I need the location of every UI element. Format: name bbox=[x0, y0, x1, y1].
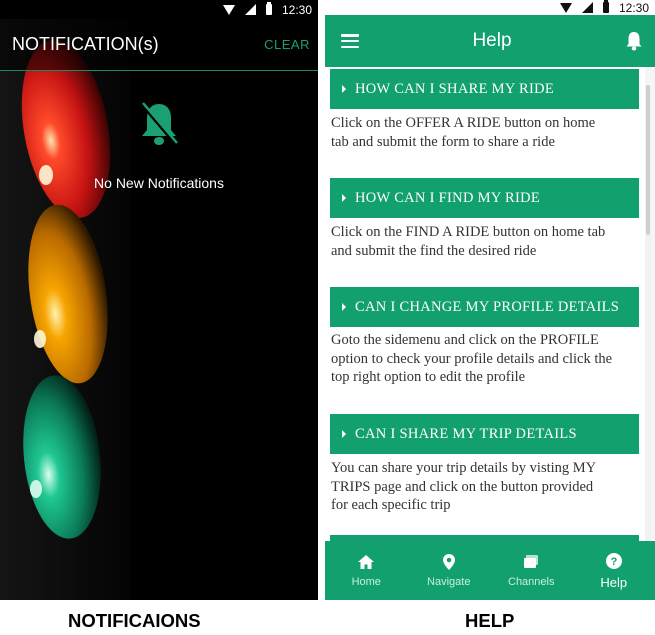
location-pin-icon bbox=[442, 554, 455, 570]
faq-answer-line: Goto the sidemenu and click on the PROFI… bbox=[331, 332, 599, 348]
nav-item-home[interactable]: Home bbox=[325, 541, 408, 600]
caret-right-icon bbox=[342, 85, 346, 93]
empty-state: No New Notifications bbox=[0, 100, 318, 191]
svg-text:?: ? bbox=[610, 556, 617, 568]
faq-answer-line: and submit the find the desired ride bbox=[331, 242, 537, 259]
faq-answer-line: top right option to edit the profile bbox=[331, 369, 526, 385]
menu-icon[interactable] bbox=[341, 34, 359, 48]
nav-label: Home bbox=[351, 576, 381, 588]
notifications-header: NOTIFICATION(s) CLEAR bbox=[0, 19, 318, 71]
wifi-icon bbox=[559, 2, 572, 13]
faq-question-text: HOW CAN I FIND MY RIDE bbox=[355, 189, 541, 206]
faq-answer: You can share your trip details by visti… bbox=[331, 459, 639, 515]
faq-answer: Goto the sidemenu and click on the PROFI… bbox=[331, 331, 639, 387]
caret-right-icon bbox=[342, 430, 346, 438]
bell-icon[interactable] bbox=[625, 31, 643, 51]
nav-item-help[interactable]: ? Help bbox=[573, 541, 655, 600]
faq-question-text: CAN I CHANGE MY PROFILE DETAILS bbox=[355, 298, 620, 315]
faq-answer-line: option to check your profile details and… bbox=[331, 350, 613, 367]
page-title: NOTIFICATION(s) bbox=[12, 34, 159, 54]
empty-message: No New Notifications bbox=[94, 175, 224, 191]
clear-button[interactable]: CLEAR bbox=[264, 37, 310, 52]
nav-label: Help bbox=[600, 574, 628, 590]
notifications-screen: 12:30 NOTIFICATION(s) CLEAR No New Notif… bbox=[0, 0, 318, 600]
status-time: 12:30 bbox=[618, 0, 649, 15]
status-bar: 12:30 bbox=[0, 0, 318, 19]
battery-icon bbox=[602, 0, 609, 13]
faq-question[interactable]: CAN I SHARE MY TRIP DETAILS bbox=[330, 414, 639, 454]
bottom-nav: Home Navigate Channels ? Help bbox=[325, 541, 655, 600]
caption-help: HELP bbox=[465, 610, 515, 631]
status-bar: 12:30 bbox=[325, 0, 655, 15]
faq-question[interactable]: HOW CAN I SHARE MY RIDE bbox=[330, 69, 639, 109]
faq-list[interactable]: HOW CAN I SHARE MY RIDE Click on the OFF… bbox=[325, 67, 645, 541]
signal-icon bbox=[244, 4, 256, 15]
faq-answer: Click on the OFFER A RIDE button on home… bbox=[331, 114, 639, 151]
scroll-thumb[interactable] bbox=[646, 85, 650, 235]
scrollbar[interactable] bbox=[645, 85, 651, 541]
home-icon bbox=[358, 555, 375, 569]
caret-right-icon bbox=[342, 303, 346, 311]
status-time: 12:30 bbox=[281, 2, 312, 17]
faq-question-text: CAN I SHARE MY TRIP DETAILS bbox=[355, 425, 577, 442]
faq-answer-line: Click on the OFFER A RIDE button on home bbox=[331, 115, 596, 131]
app-bar: Help bbox=[325, 15, 655, 67]
nav-label: Channels bbox=[508, 576, 555, 588]
faq-answer-line: for each specific trip bbox=[331, 497, 451, 513]
faq-answer-line: Click on the FIND A RIDE button on home … bbox=[331, 224, 606, 240]
wifi-icon bbox=[222, 4, 235, 15]
battery-icon bbox=[265, 2, 272, 15]
faq-answer: Click on the FIND A RIDE button on home … bbox=[331, 223, 639, 260]
channels-icon bbox=[524, 555, 539, 568]
help-icon: ? bbox=[605, 552, 622, 569]
faq-answer-line: tab and submit the form to share a ride bbox=[331, 133, 555, 150]
nav-item-navigate[interactable]: Navigate bbox=[408, 541, 491, 600]
caret-right-icon bbox=[342, 194, 346, 202]
caption-notifications: NOTIFICAIONS bbox=[68, 610, 201, 631]
faq-question[interactable]: HOW CAN I FIND MY RIDE bbox=[330, 178, 639, 218]
nav-item-channels[interactable]: Channels bbox=[490, 541, 573, 600]
page-title: Help bbox=[472, 30, 512, 51]
faq-answer-line: You can share your trip details by visti… bbox=[331, 460, 597, 476]
help-screen: 12:30 Help HOW CAN I SHARE MY RIDE Click… bbox=[325, 0, 655, 600]
bell-off-icon bbox=[140, 102, 178, 146]
faq-answer-line: TRIPS page and click on the button provi… bbox=[331, 478, 594, 495]
nav-label: Navigate bbox=[427, 576, 471, 588]
faq-question-text: HOW CAN I SHARE MY RIDE bbox=[355, 80, 555, 97]
faq-question[interactable]: CAN I CHANGE MY PROFILE DETAILS bbox=[330, 287, 639, 327]
signal-icon bbox=[581, 2, 593, 13]
